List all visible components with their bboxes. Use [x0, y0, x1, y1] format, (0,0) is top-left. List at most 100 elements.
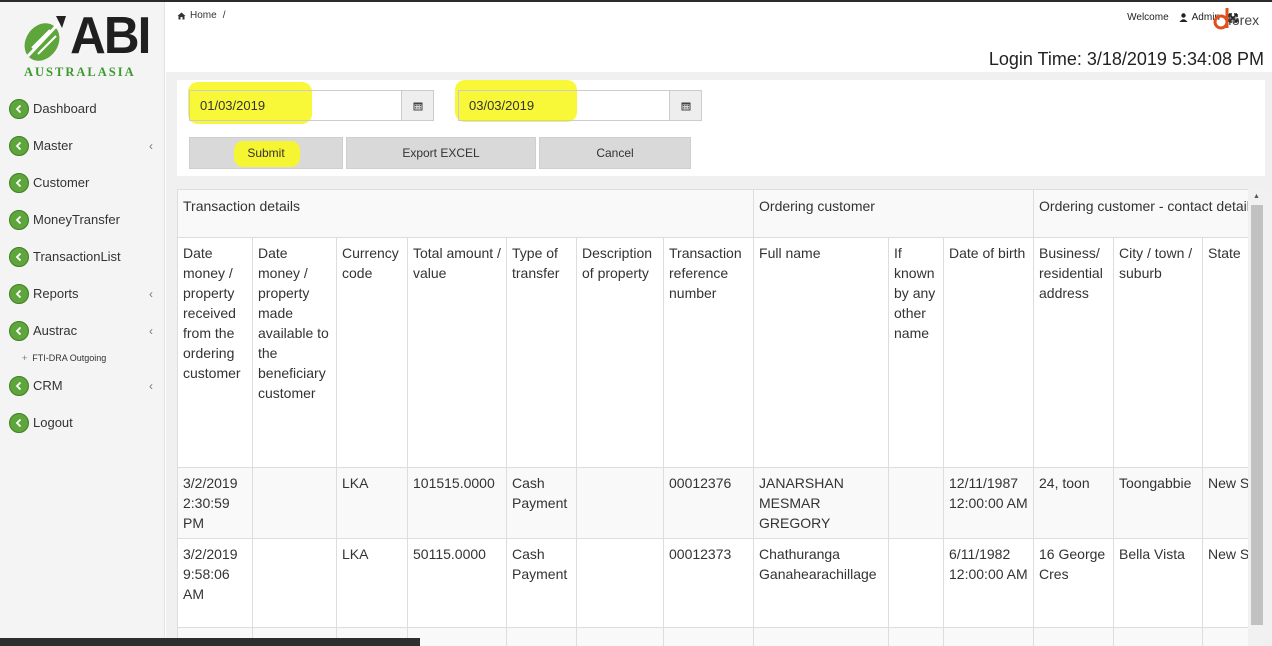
from-date-group: 01/03/2019 — [189, 90, 434, 121]
filter-panel: 01/03/2019 03/03/2019 Submit Export EXCE… — [177, 80, 1265, 176]
table-cell — [576, 627, 664, 646]
column-header: Date money / property received from the … — [177, 237, 253, 468]
table-cell — [252, 538, 337, 628]
table-cell: 12/11/1987 12:00:00 AM — [943, 467, 1035, 539]
abi-logo[interactable]: ABI AUSTRALASIA — [18, 7, 151, 80]
sidebar-item-moneytransfer[interactable]: MoneyTransfer — [0, 201, 165, 238]
table-cell: LKA — [336, 538, 408, 628]
table-cell: 50115.0000 — [407, 538, 507, 628]
column-header: Full name — [753, 237, 890, 468]
column-header: Transaction reference number — [662, 237, 755, 468]
table-cell — [252, 467, 337, 539]
table-cell — [888, 538, 945, 628]
table-row[interactable]: 3/2/2019 2:30:59 PM LKA 101515.0000 Cash… — [177, 467, 1248, 539]
table-cell: 3/2/2019 2:30:59 PM — [177, 467, 253, 539]
column-header: Date of birth — [943, 237, 1035, 468]
sidebar-item-label: Reports — [33, 286, 79, 301]
sidebar-item-reports[interactable]: Reports ‹ — [0, 275, 165, 312]
logo-text: ABI — [70, 7, 151, 65]
sidebar-item-austrac[interactable]: Austrac ‹ — [0, 312, 165, 349]
table-cell: Toongabbie — [1113, 467, 1204, 539]
calendar-button[interactable] — [670, 90, 702, 121]
to-date-input[interactable]: 03/03/2019 — [458, 90, 670, 121]
from-date-input[interactable]: 01/03/2019 — [189, 90, 402, 121]
cancel-label: Cancel — [596, 146, 634, 160]
column-header: Description of property — [576, 237, 664, 468]
table-row[interactable]: 3/2/2019 9:58:06 AM LKA 50115.0000 Cash … — [177, 538, 1248, 628]
leaf-logo-icon — [24, 16, 66, 61]
sidebar-item-master[interactable]: Master ‹ — [0, 127, 165, 164]
submit-label: Submit — [247, 146, 285, 160]
arrow-left-circle-icon — [9, 98, 29, 119]
sidebar-item-dashboard[interactable]: Dashboard — [0, 90, 165, 127]
table-cell: 3/2/2019 9:58:06 AM — [177, 538, 253, 628]
breadcrumb-home-link[interactable]: Home — [190, 10, 217, 21]
transactions-table: Transaction details Ordering customer Or… — [177, 189, 1248, 646]
sidebar-subitem-label: FTI-DRA Outgoing — [32, 353, 107, 363]
table-vertical-scrollbar[interactable]: ▲ — [1249, 189, 1265, 646]
table-cell — [1113, 627, 1204, 646]
table-cell: Chathuranga Ganahearachillage — [753, 538, 890, 628]
column-header: Total amount / value — [407, 237, 507, 468]
export-excel-button[interactable]: Export EXCEL — [346, 137, 536, 169]
calendar-icon — [681, 102, 690, 110]
user-icon — [1179, 13, 1188, 22]
table-cell — [1202, 627, 1248, 646]
table-cell: JANARSHAN MESMAR GREGORY — [753, 467, 890, 539]
column-header: State — [1202, 237, 1248, 468]
browser-status-bar — [0, 638, 420, 646]
arrow-left-circle-icon — [9, 209, 29, 230]
column-header: City / town / suburb — [1113, 237, 1204, 468]
column-header: Currency code — [336, 237, 408, 468]
window-top-border — [0, 0, 1272, 2]
column-header: Business/ residential address — [1033, 237, 1115, 468]
calendar-button[interactable] — [402, 90, 434, 121]
table-cell: Bella Vista — [1113, 538, 1204, 628]
breadcrumb: Home / — [177, 10, 225, 21]
sidebar-item-customer[interactable]: Customer — [0, 164, 165, 201]
table-cell: New South Wales — [1202, 467, 1248, 539]
group-header: Ordering customer - contact details — [1033, 189, 1248, 238]
submit-button[interactable]: Submit — [189, 137, 343, 169]
table-cell: 00012373 — [662, 538, 755, 628]
table-cell — [407, 627, 507, 646]
chevron-left-icon: ‹ — [149, 379, 153, 393]
chevron-left-icon: ‹ — [149, 139, 153, 153]
table-cell: 00012376 — [662, 467, 755, 539]
sidebar-item-crm[interactable]: CRM ‹ — [0, 367, 165, 404]
table-cell — [576, 538, 664, 628]
sidebar-item-transactionlist[interactable]: TransactionList — [0, 238, 165, 275]
scroll-up-arrow-icon[interactable]: ▲ — [1253, 193, 1260, 200]
arrow-left-circle-icon — [9, 320, 29, 341]
sidebar-subitem-fti-dra-outgoing[interactable]: + FTI-DRA Outgoing — [0, 349, 165, 367]
table-cell: 6/11/1982 12:00:00 AM — [943, 538, 1035, 628]
column-header: Type of transfer — [506, 237, 577, 468]
breadcrumb-separator: / — [222, 10, 226, 21]
table-cell: Cash Payment — [506, 538, 577, 628]
calendar-icon — [413, 102, 422, 110]
column-header: Date money / property made available to … — [252, 237, 337, 468]
chevron-left-icon: ‹ — [149, 287, 153, 301]
cancel-button[interactable]: Cancel — [539, 137, 691, 169]
sidebar-item-label: Master — [33, 138, 73, 153]
group-header: Ordering customer — [753, 189, 1035, 238]
table-cell: LKA — [336, 467, 408, 539]
table-cell — [888, 467, 945, 539]
group-header: Transaction details — [177, 189, 755, 238]
sidebar-item-logout[interactable]: Logout — [0, 404, 165, 441]
arrow-left-circle-icon — [9, 172, 29, 193]
table-cell — [1033, 627, 1115, 646]
home-icon — [177, 12, 186, 19]
table-cell — [662, 627, 755, 646]
table-cell: 24, toon — [1033, 467, 1115, 539]
sidebar-item-label: CRM — [33, 378, 63, 393]
table-cell: 16 George Cres — [1033, 538, 1115, 628]
column-header: If known by any other name — [888, 237, 945, 468]
transactions-table-container[interactable]: Transaction details Ordering customer Or… — [177, 189, 1248, 646]
table-cell: 101515.0000 — [407, 467, 507, 539]
sidebar-item-label: Customer — [33, 175, 90, 190]
forex-logo: forex — [1212, 6, 1268, 32]
sidebar-item-label: TransactionList — [33, 249, 121, 264]
scrollbar-thumb[interactable] — [1251, 205, 1263, 625]
login-time: Login Time: 3/18/2019 5:34:08 PM — [988, 49, 1264, 69]
